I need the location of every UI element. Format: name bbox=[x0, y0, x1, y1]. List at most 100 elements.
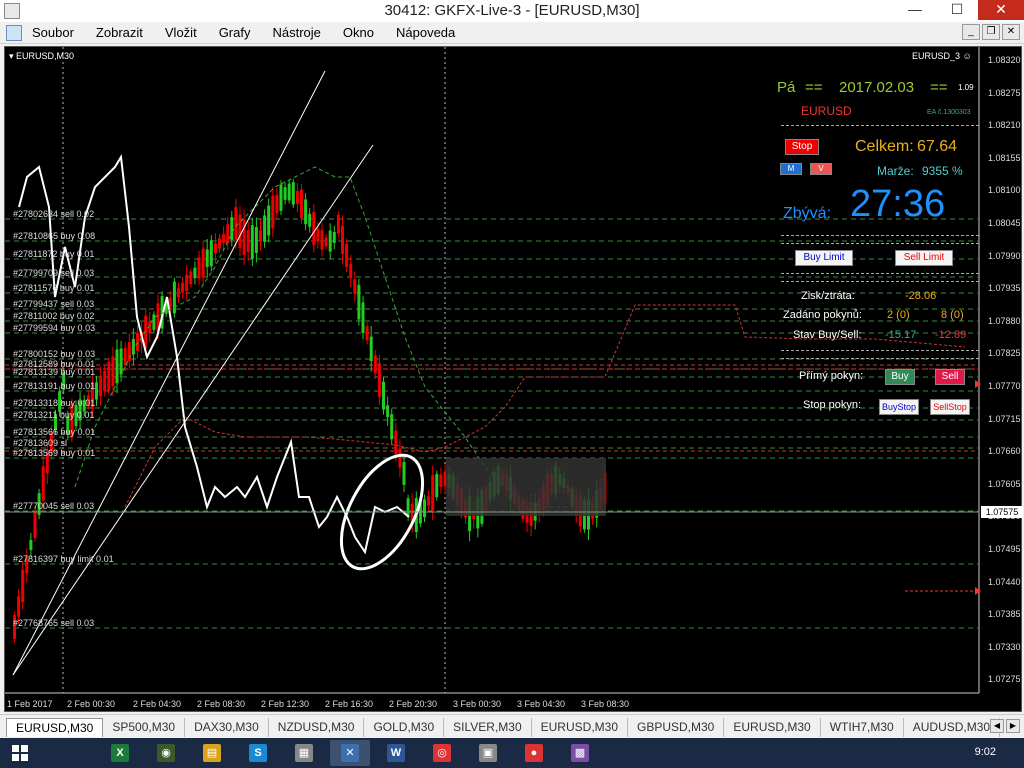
tab-chart[interactable]: SILVER,M30 bbox=[444, 718, 532, 737]
margin-value: 9355 % bbox=[922, 164, 963, 178]
tab-chart[interactable]: EURUSD,M30 bbox=[532, 718, 628, 737]
sell-button[interactable]: Sell bbox=[935, 369, 965, 385]
ea-eq2: == bbox=[930, 79, 948, 96]
mode-m-button[interactable]: M bbox=[780, 163, 802, 175]
taskbar-app-app-globe[interactable]: ◉ bbox=[146, 740, 186, 766]
time-tick-label: 3 Feb 00:30 bbox=[453, 699, 502, 709]
candle-body bbox=[353, 279, 357, 294]
chart-minimize-button[interactable]: _ bbox=[962, 24, 980, 40]
time-tick-label: 2 Feb 12:30 bbox=[261, 699, 310, 709]
taskbar-app-skype[interactable]: S bbox=[238, 740, 278, 766]
stop-button[interactable]: Stop bbox=[785, 139, 819, 155]
green-ma-line bbox=[74, 166, 605, 508]
buy-limit-button[interactable]: Buy Limit bbox=[795, 250, 853, 266]
tab-prev-button[interactable]: ◀ bbox=[990, 719, 1004, 733]
profit-label: Zisk/ztráta: bbox=[801, 290, 855, 302]
total-label: Celkem: bbox=[855, 138, 914, 155]
candle-body bbox=[185, 274, 189, 291]
chart-close-button[interactable]: ✕ bbox=[1002, 24, 1020, 40]
maximize-button[interactable]: ☐ bbox=[940, 0, 974, 20]
windows-start-icon[interactable] bbox=[12, 745, 28, 761]
time-tick-label: 3 Feb 08:30 bbox=[581, 699, 630, 709]
tab-chart[interactable]: EURUSD,M30 bbox=[724, 718, 821, 737]
price-chart[interactable]: ▾ EURUSD,M30 EURUSD_3 ☺ #27802634 sell 0… bbox=[4, 46, 1023, 712]
taskbar-app-metatrader[interactable]: ✕ bbox=[330, 740, 370, 766]
order-label: #27799594 buy 0.03 bbox=[13, 323, 96, 333]
order-label: #27800152 buy 0.03 bbox=[13, 349, 96, 359]
taskbar-app-word[interactable]: W bbox=[376, 740, 416, 766]
candle-body bbox=[431, 475, 435, 511]
candle-body bbox=[29, 539, 33, 551]
candle-body bbox=[103, 371, 107, 392]
buy-button[interactable]: Buy bbox=[885, 369, 915, 385]
candle-body bbox=[197, 257, 201, 279]
candle-body bbox=[41, 466, 45, 501]
candle-body bbox=[386, 405, 390, 418]
price-tick-label: 1.07605 bbox=[988, 478, 1021, 489]
tab-next-button[interactable]: ▶ bbox=[1006, 719, 1020, 733]
buy-stop-button[interactable]: BuyStop bbox=[879, 399, 919, 415]
menu-zobrazit[interactable]: Zobrazit bbox=[94, 25, 145, 40]
chart-restore-button[interactable]: ❐ bbox=[982, 24, 1000, 40]
chart-symbol-label[interactable]: ▾ EURUSD,M30 bbox=[9, 51, 74, 62]
menu-napoveda[interactable]: Nápoveda bbox=[394, 25, 457, 40]
taskbar-app-chrome[interactable]: ◎ bbox=[422, 740, 462, 766]
price-tick-label: 1.08275 bbox=[988, 87, 1021, 98]
tab-chart[interactable]: NZDUSD,M30 bbox=[269, 718, 365, 737]
chart-window-icon[interactable] bbox=[6, 25, 22, 41]
excel-icon: X bbox=[111, 744, 129, 762]
menu-soubor[interactable]: Soubor bbox=[30, 25, 76, 40]
candle-body bbox=[238, 214, 242, 248]
taskbar-app-app-dots[interactable]: ● bbox=[514, 740, 554, 766]
minimize-button[interactable]: — bbox=[898, 0, 932, 20]
chart-tabs: EURUSD,M30 SP500,M30 DAX30,M30 NZDUSD,M30 GO… bbox=[0, 714, 1024, 738]
candle-body bbox=[402, 462, 406, 485]
taskbar-app-windows-store[interactable]: ▣ bbox=[468, 740, 508, 766]
candle-body bbox=[131, 338, 135, 355]
tab-chart[interactable]: AUDUSD,M30 bbox=[904, 718, 1001, 737]
tab-chart[interactable]: GOLD,M30 bbox=[364, 718, 445, 737]
taskbar-app-app-image[interactable]: ▩ bbox=[560, 740, 600, 766]
price-tick-label: 1.07385 bbox=[988, 609, 1021, 620]
candle-body bbox=[193, 267, 197, 279]
sell-limit-button[interactable]: Sell Limit bbox=[895, 250, 953, 266]
tab-chart[interactable]: WTIH7,M30 bbox=[821, 718, 904, 737]
tab-chart[interactable]: SP500,M30 bbox=[103, 718, 186, 737]
menu-nastroje[interactable]: Nástroje bbox=[270, 25, 322, 40]
menu-grafy[interactable]: Grafy bbox=[217, 25, 253, 40]
menu-vlozit[interactable]: Vložit bbox=[163, 25, 199, 40]
ea-version: 1.09 bbox=[958, 83, 974, 92]
taskbar-app-excel[interactable]: X bbox=[100, 740, 140, 766]
candle-body bbox=[373, 355, 377, 374]
candle-body bbox=[205, 249, 209, 267]
title-bar[interactable]: 30412: GKFX-Live-3 - [EURUSD,M30] — ☐ ✕ bbox=[0, 0, 1024, 22]
taskbar-app-paint[interactable]: ▦ bbox=[284, 740, 324, 766]
profit-value: -28.06 bbox=[905, 290, 937, 302]
order-label: #27799709 sell 0.03 bbox=[13, 268, 95, 278]
candle-body bbox=[271, 195, 275, 229]
candle-body bbox=[119, 348, 123, 375]
tab-chart[interactable]: EURUSD,M30 bbox=[6, 718, 104, 737]
sell-stop-button[interactable]: SellStop bbox=[930, 399, 970, 415]
taskbar-app-file-explorer[interactable]: ▤ bbox=[192, 740, 232, 766]
tab-chart[interactable]: DAX30,M30 bbox=[185, 718, 269, 737]
candle-body bbox=[377, 363, 381, 397]
candle-body bbox=[369, 336, 373, 362]
candle-body bbox=[394, 430, 398, 455]
file-explorer-icon: ▤ bbox=[203, 744, 221, 762]
chrome-icon: ◎ bbox=[433, 744, 451, 762]
candle-body bbox=[336, 214, 340, 234]
order-label: #27768765 sell 0.03 bbox=[13, 618, 95, 628]
candle-body bbox=[427, 496, 431, 506]
mode-v-button[interactable]: V bbox=[810, 163, 832, 175]
time-tick-label: 2 Feb 00:30 bbox=[67, 699, 116, 709]
close-button[interactable]: ✕ bbox=[978, 0, 1024, 20]
clock[interactable]: 9:02 bbox=[975, 746, 996, 758]
price-tick-label: 1.08210 bbox=[988, 120, 1021, 131]
price-tick-label: 1.07880 bbox=[988, 315, 1021, 326]
candle-body bbox=[201, 248, 205, 278]
time-tick-label: 2 Feb 16:30 bbox=[325, 699, 374, 709]
menu-okno[interactable]: Okno bbox=[341, 25, 376, 40]
tab-chart[interactable]: GBPUSD,M30 bbox=[628, 718, 725, 737]
candle-body bbox=[275, 194, 279, 214]
